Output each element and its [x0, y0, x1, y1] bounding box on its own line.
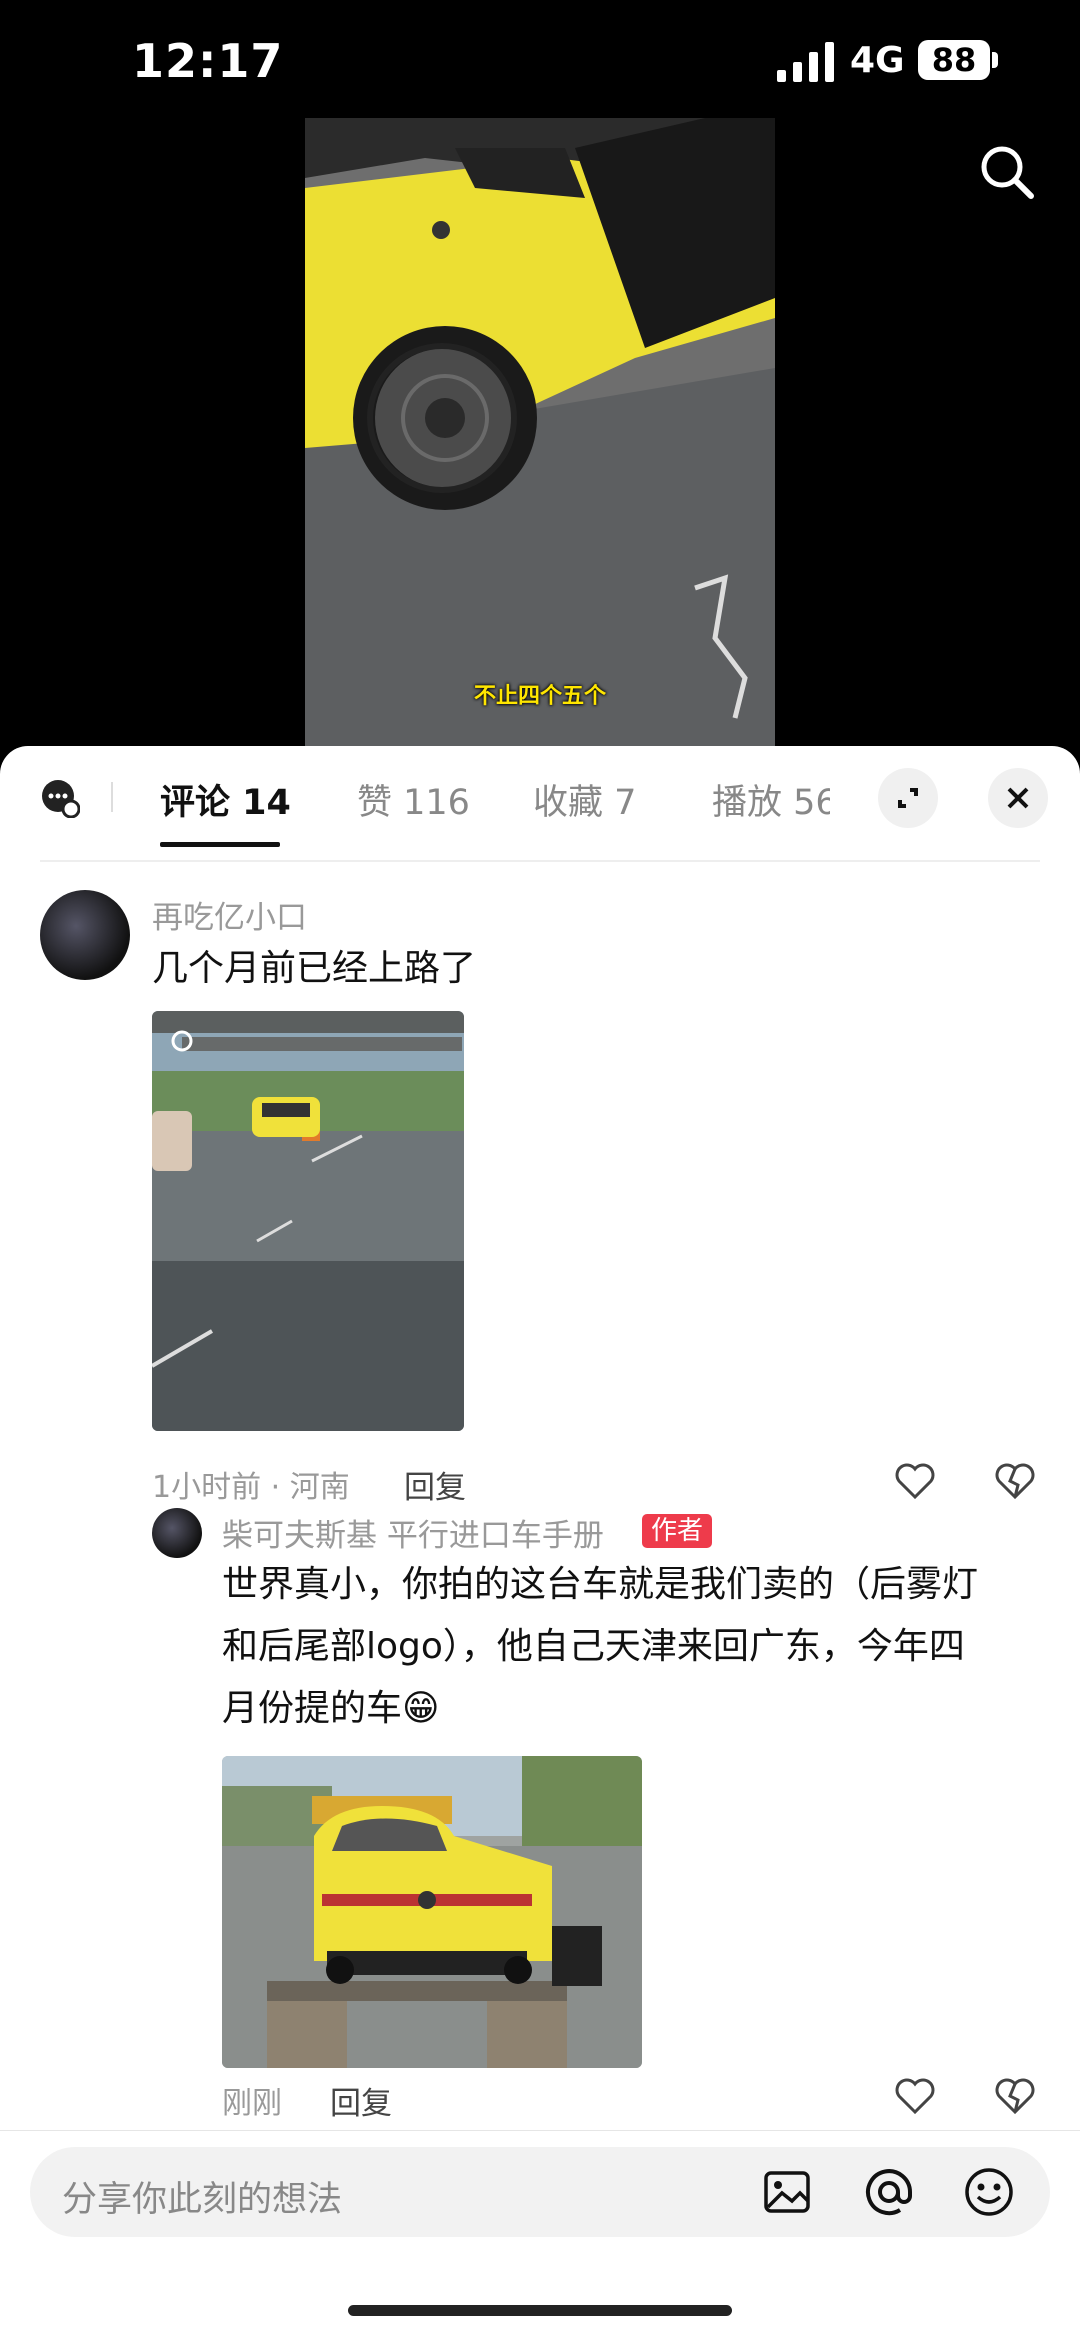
comment-settings-icon[interactable]	[40, 778, 80, 818]
image-icon[interactable]	[762, 2167, 812, 2217]
comment-text-line: 世界真小，你拍的这台车就是我们卖的（后雾灯	[222, 1564, 979, 1605]
tow-truck-car-photo	[222, 1756, 642, 2068]
expand-button[interactable]	[878, 768, 938, 828]
tab-favorites[interactable]: 收藏 7	[533, 774, 636, 825]
comment-sheet: 评论 14 赞 116 收藏 7 播放 56 再吃亿小口 几个月前已经上路了 1…	[0, 746, 1080, 2337]
like-heart-icon[interactable]	[893, 1459, 937, 1503]
active-tab-indicator	[160, 842, 280, 847]
video-car-image	[305, 118, 775, 750]
comment-image[interactable]	[152, 1011, 464, 1431]
author-badge: 作者	[642, 1514, 713, 1548]
comment-image[interactable]	[222, 1756, 642, 2068]
close-button[interactable]	[988, 768, 1048, 828]
like-heart-icon[interactable]	[893, 2074, 937, 2118]
road-car-photo	[152, 1011, 464, 1431]
reply-button[interactable]: 回复	[330, 2078, 392, 2123]
tab-divider	[40, 860, 1040, 862]
tab-bar: 评论 14 赞 116 收藏 7 播放 56	[0, 746, 1080, 847]
avatar[interactable]	[40, 890, 130, 980]
search-icon[interactable]	[975, 140, 1039, 204]
tab-separator	[111, 782, 113, 812]
expand-icon	[898, 788, 918, 808]
tab-likes[interactable]: 赞 116	[357, 774, 470, 825]
avatar[interactable]	[152, 1508, 202, 1558]
comment-username[interactable]: 再吃亿小口	[152, 892, 307, 937]
tab-comments[interactable]: 评论 14	[160, 774, 291, 825]
emoji-icon[interactable]	[962, 2165, 1016, 2219]
tab-plays[interactable]: 播放 56	[712, 774, 830, 825]
home-indicator[interactable]	[348, 2305, 732, 2316]
comment-text-line: 和后尾部logo），他自己天津来回广东，今年四	[222, 1626, 965, 1667]
reply-button[interactable]: 回复	[404, 1462, 466, 1507]
comment-text-line: 月份提的车😁	[222, 1688, 440, 1729]
close-icon	[1007, 787, 1029, 809]
dislike-heart-icon[interactable]	[993, 2074, 1037, 2118]
video-subtitle: 不止四个五个	[473, 684, 606, 709]
comment-input-placeholder: 分享你此刻的想法	[62, 2180, 343, 2220]
comment-text: 几个月前已经上路了	[152, 948, 477, 989]
comment-time-location: 1小时前 · 河南	[152, 1470, 350, 1505]
mention-icon[interactable]	[862, 2165, 916, 2219]
comment-input-area: 分享你此刻的想法	[0, 2130, 1080, 2338]
video-frame[interactable]: 不止四个五个	[305, 118, 775, 750]
comment-username[interactable]: 柴可夫斯基 平行进口车手册	[222, 1510, 604, 1555]
comment-input[interactable]: 分享你此刻的想法	[30, 2147, 1050, 2237]
comment-time-location: 刚刚	[222, 2086, 282, 2121]
dislike-heart-icon[interactable]	[993, 1459, 1037, 1503]
video-player[interactable]: 不止四个五个	[0, 0, 1080, 750]
